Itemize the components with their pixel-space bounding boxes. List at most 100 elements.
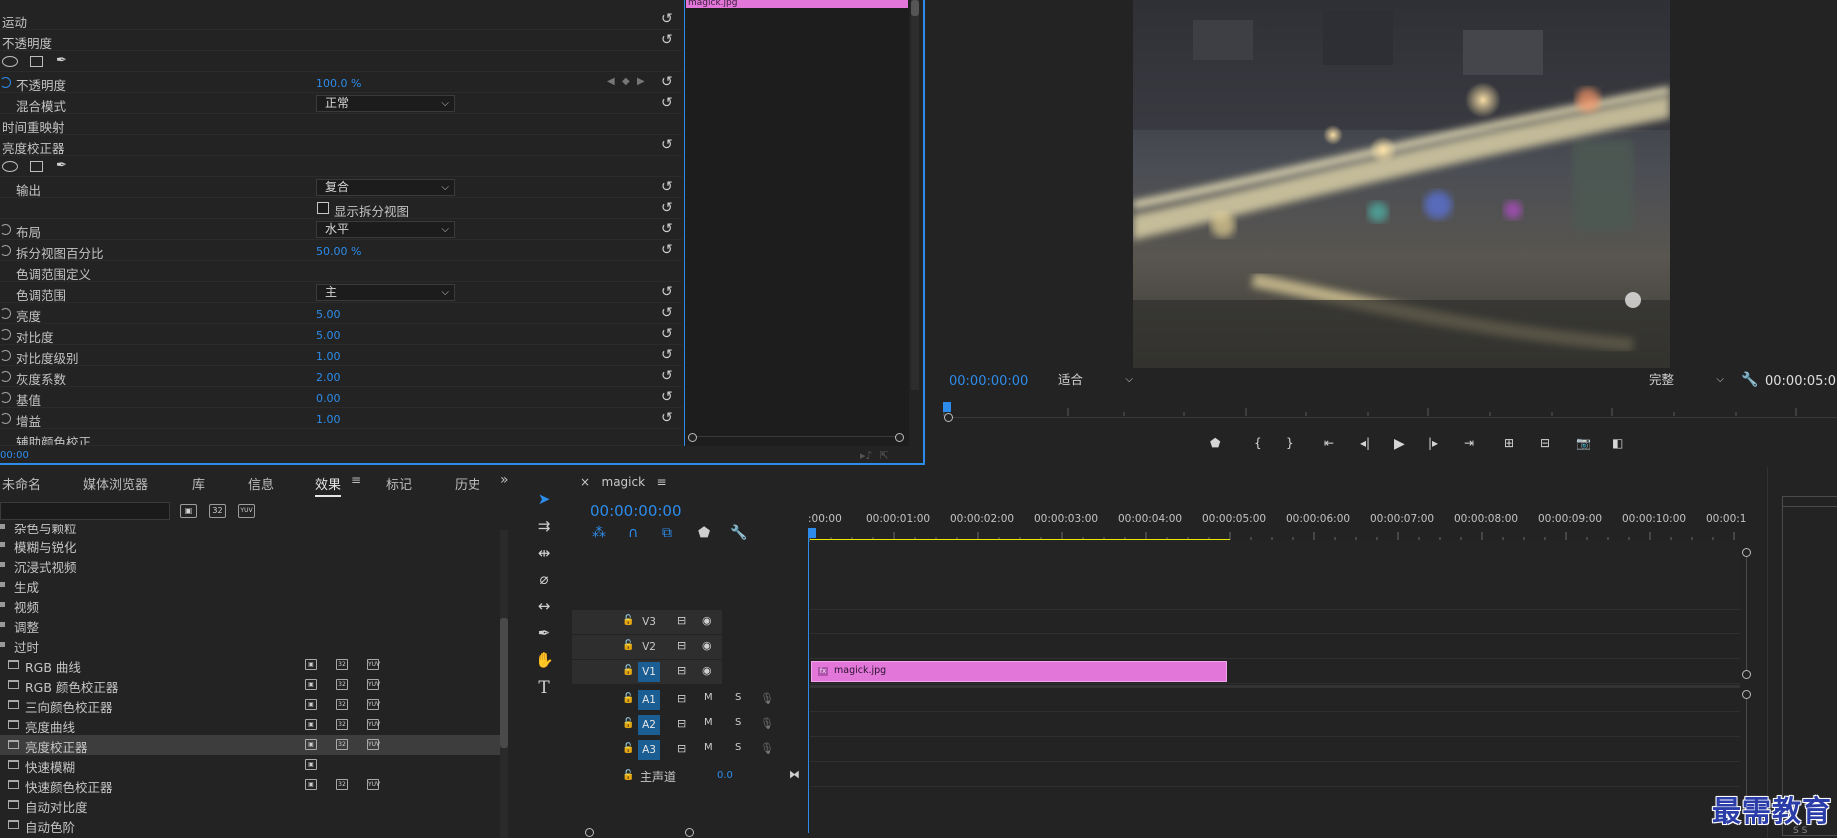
- list-item[interactable]: 过时: [0, 635, 500, 655]
- ec-value[interactable]: 50.00 %: [316, 245, 361, 258]
- output-dropdown[interactable]: 复合 ⌵: [316, 179, 455, 196]
- reset-icon[interactable]: ↺: [661, 75, 673, 89]
- ec-value[interactable]: 1.00: [316, 413, 341, 426]
- reset-icon[interactable]: ↺: [661, 369, 673, 383]
- track-select-tool-icon[interactable]: ⇉: [535, 517, 553, 535]
- ec-row-opacity[interactable]: 不透明度 100.0 % ◀ ◆ ▶ ↺: [0, 72, 682, 93]
- track-lane-a2[interactable]: [810, 713, 1740, 737]
- stopwatch-icon[interactable]: [0, 350, 11, 361]
- ec-row-split-view[interactable]: 显示拆分视图 ↺: [0, 198, 682, 219]
- list-item[interactable]: 快速颜色校正器 ▣ 32 YUV: [0, 775, 500, 795]
- pen-mask-icon[interactable]: ✒: [56, 158, 67, 173]
- microphone-icon[interactable]: 🎙: [760, 692, 774, 705]
- ec-vertical-scrollbar[interactable]: [911, 0, 919, 390]
- sync-lock-icon[interactable]: ⊟: [677, 614, 686, 627]
- reset-icon[interactable]: ↺: [661, 180, 673, 194]
- eye-icon[interactable]: ◉: [702, 664, 712, 677]
- track-lane-v3[interactable]: [810, 610, 1740, 634]
- razor-tool-icon[interactable]: ⌀: [535, 570, 553, 588]
- ec-value[interactable]: 5.00: [316, 308, 341, 321]
- slip-tool-icon[interactable]: ↔: [535, 597, 553, 615]
- ec-row-secondary-cc[interactable]: 辅助颜色校正: [0, 429, 682, 446]
- rectangle-mask-icon[interactable]: [30, 56, 43, 67]
- go-to-out-icon[interactable]: ⇥: [1464, 436, 1474, 450]
- ec-row-opacity-section[interactable]: 不透明度 ↺: [0, 30, 682, 51]
- stopwatch-icon[interactable]: [0, 371, 11, 382]
- ec-scroll-thumb[interactable]: [911, 0, 919, 16]
- go-to-end-icon[interactable]: ⧓: [789, 768, 800, 781]
- ec-row-pedestal[interactable]: 基值 0.00 ↺: [0, 387, 682, 408]
- mute-button[interactable]: M: [704, 692, 713, 703]
- ec-row-gamma[interactable]: 灰度系数 2.00 ↺: [0, 366, 682, 387]
- list-item[interactable]: 视频: [0, 595, 500, 615]
- export-icon[interactable]: ⇱: [880, 449, 889, 462]
- list-item-selected[interactable]: 亮度校正器 ▣ 32 YUV: [0, 735, 500, 755]
- prev-keyframe-icon[interactable]: ◀: [607, 76, 615, 87]
- reset-icon[interactable]: ↺: [661, 33, 673, 47]
- selection-tool-icon[interactable]: ➤: [535, 490, 553, 508]
- ec-value[interactable]: 5.00: [316, 329, 341, 342]
- lock-icon[interactable]: 🔓: [622, 770, 634, 781]
- export-frame-icon[interactable]: 📷: [1576, 436, 1591, 450]
- video-tracks-scroll[interactable]: [1740, 548, 1754, 679]
- ec-row-gain[interactable]: 增益 1.00 ↺: [0, 408, 682, 429]
- reset-icon[interactable]: ↺: [661, 327, 673, 341]
- close-icon[interactable]: ×: [580, 475, 590, 489]
- solo-button[interactable]: S: [735, 742, 741, 753]
- lock-icon[interactable]: 🔓: [622, 718, 634, 729]
- track-target-a2[interactable]: A2: [638, 715, 660, 735]
- next-keyframe-icon[interactable]: ▶: [637, 76, 645, 87]
- zoom-fit-dropdown[interactable]: 适合 ⌵: [1055, 372, 1137, 390]
- ellipse-mask-icon[interactable]: [2, 56, 18, 67]
- tab-history[interactable]: 历史: [455, 474, 479, 493]
- linked-selection-icon[interactable]: ⧉: [662, 525, 672, 541]
- sync-lock-icon[interactable]: ⊟: [677, 742, 686, 755]
- insert-icon[interactable]: ⊞: [1504, 436, 1514, 450]
- ripple-edit-tool-icon[interactable]: ⇹: [535, 544, 553, 562]
- microphone-icon[interactable]: 🎙: [760, 742, 774, 755]
- ec-row-contrast-level[interactable]: 对比度级别 1.00 ↺: [0, 345, 682, 366]
- accelerated-effects-filter-icon[interactable]: ▣: [180, 504, 197, 518]
- panel-menu-icon[interactable]: ≡: [657, 475, 667, 489]
- lock-icon[interactable]: 🔓: [622, 615, 634, 626]
- ec-row-tonal-range[interactable]: 色调范围 主 ⌵ ↺: [0, 282, 682, 303]
- stopwatch-icon[interactable]: [0, 308, 11, 319]
- ec-value[interactable]: 0.00: [316, 392, 341, 405]
- ec-row-brightness[interactable]: 亮度 5.00 ↺: [0, 303, 682, 324]
- scroll-handle-bottom[interactable]: [1742, 670, 1751, 679]
- reset-icon[interactable]: ↺: [661, 12, 673, 26]
- mark-out-icon[interactable]: }: [1286, 436, 1294, 450]
- tab-effects[interactable]: 效果: [315, 474, 342, 497]
- track-lane-v2[interactable]: [810, 635, 1740, 659]
- ec-value[interactable]: 2.00: [316, 371, 341, 384]
- step-forward-icon[interactable]: |▸: [1428, 436, 1438, 450]
- sequence-tab[interactable]: × magick ≡: [580, 475, 667, 489]
- compare-view-icon[interactable]: ◧: [1612, 436, 1623, 450]
- ec-mini-timeline[interactable]: [684, 0, 909, 446]
- reset-icon[interactable]: ↺: [661, 390, 673, 404]
- ec-value[interactable]: 1.00: [316, 350, 341, 363]
- program-scrub-bar[interactable]: [944, 413, 1837, 425]
- mute-button[interactable]: M: [704, 717, 713, 728]
- sync-lock-icon[interactable]: ⊟: [677, 639, 686, 652]
- pen-tool-icon[interactable]: ✒: [535, 624, 553, 642]
- stopwatch-icon[interactable]: [0, 413, 11, 424]
- reset-icon[interactable]: ↺: [661, 411, 673, 425]
- list-item[interactable]: 调整: [0, 615, 500, 635]
- layout-dropdown[interactable]: 水平 ⌵: [316, 221, 455, 238]
- more-tabs-icon[interactable]: »: [500, 472, 509, 488]
- snap-icon[interactable]: ∩: [628, 525, 638, 541]
- list-item[interactable]: 自动对比度: [0, 795, 500, 815]
- eye-icon[interactable]: ◉: [702, 614, 712, 627]
- sync-lock-icon[interactable]: ⊟: [677, 692, 686, 705]
- reset-icon[interactable]: ↺: [661, 243, 673, 257]
- ec-row-layout[interactable]: 布局 水平 ⌵ ↺: [0, 219, 682, 240]
- ec-horizontal-scroll[interactable]: [688, 433, 904, 442]
- list-item[interactable]: 自动色阶: [0, 815, 500, 838]
- timeline-timecode[interactable]: 00:00:00:00: [590, 502, 682, 520]
- reset-icon[interactable]: ↺: [661, 306, 673, 320]
- tab-untitled[interactable]: 未命名: [2, 474, 41, 493]
- ec-row-blend-mode[interactable]: 混合模式 正常 ⌵ ↺: [0, 93, 682, 114]
- scroll-handle-top[interactable]: [1742, 548, 1751, 557]
- play-audio-icon[interactable]: ▸♪: [860, 449, 873, 462]
